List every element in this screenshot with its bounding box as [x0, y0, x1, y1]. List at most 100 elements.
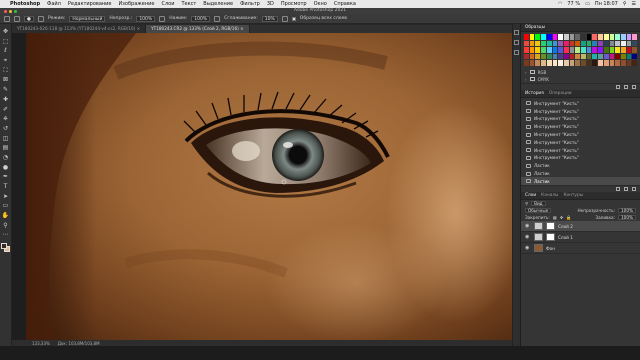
- new-group-icon[interactable]: [616, 84, 620, 89]
- history-item[interactable]: Инструмент "Кисть": [521, 100, 640, 108]
- frame-tool-icon[interactable]: ⊠: [2, 76, 9, 83]
- layer-name[interactable]: Фон: [546, 246, 555, 251]
- menu-edit[interactable]: Редактирование: [68, 1, 112, 7]
- color-swatch[interactable]: [524, 47, 529, 53]
- tab-history[interactable]: История: [525, 91, 544, 96]
- color-swatch[interactable]: [552, 40, 558, 46]
- eraser-tool-icon[interactable]: ◫: [2, 135, 9, 142]
- color-swatch[interactable]: [563, 53, 569, 59]
- color-swatch[interactable]: [581, 53, 586, 59]
- color-swatch[interactable]: [535, 60, 541, 66]
- color-swatch[interactable]: [563, 60, 569, 66]
- color-swatch[interactable]: [620, 47, 626, 53]
- color-swatch[interactable]: [558, 47, 563, 53]
- visibility-eye-icon[interactable]: ◉: [525, 245, 531, 251]
- new-document-icon[interactable]: [616, 187, 620, 192]
- sample-all-layers-checkbox[interactable]: [291, 16, 296, 21]
- color-swatch[interactable]: [609, 53, 615, 59]
- color-swatch[interactable]: [552, 34, 558, 40]
- color-swatch[interactable]: [598, 40, 603, 46]
- crop-tool-icon[interactable]: ⛶: [2, 67, 9, 74]
- color-swatch[interactable]: [592, 60, 598, 66]
- color-swatch[interactable]: [603, 47, 609, 53]
- color-swatch[interactable]: [569, 47, 575, 53]
- canvas-area[interactable]: [12, 33, 512, 340]
- color-swatch[interactable]: [552, 60, 558, 66]
- color-swatch[interactable]: [535, 53, 541, 59]
- menu-3d[interactable]: 3D: [267, 1, 274, 7]
- color-swatch[interactable]: [603, 53, 609, 59]
- color-swatch[interactable]: [615, 34, 620, 40]
- color-swatch[interactable]: [632, 60, 638, 66]
- adjustments-panel-icon[interactable]: [514, 40, 519, 45]
- clock[interactable]: Пн 18:07: [595, 1, 618, 7]
- color-swatch[interactable]: [581, 40, 586, 46]
- history-item[interactable]: Ластик: [521, 170, 640, 178]
- color-swatch[interactable]: [575, 40, 581, 46]
- color-swatch[interactable]: [569, 60, 575, 66]
- color-swatch[interactable]: [609, 60, 615, 66]
- color-swatch[interactable]: [609, 47, 615, 53]
- color-swatch[interactable]: [535, 40, 541, 46]
- layer-row[interactable]: ◉ Фон: [521, 243, 640, 255]
- eyedropper-tool-icon[interactable]: ✎: [2, 86, 9, 93]
- color-swatch[interactable]: [575, 60, 581, 66]
- color-swatch[interactable]: [626, 47, 632, 53]
- color-swatch[interactable]: [569, 40, 575, 46]
- layer-mask-thumbnail[interactable]: [546, 233, 555, 242]
- color-swatch[interactable]: [615, 60, 620, 66]
- battery-icon[interactable]: ▭: [585, 1, 590, 7]
- color-swatch[interactable]: [529, 60, 535, 66]
- color-swatch[interactable]: [632, 53, 638, 59]
- tab-layers[interactable]: Слои: [525, 193, 536, 198]
- move-tool-icon[interactable]: ✥: [2, 28, 9, 35]
- menu-type[interactable]: Текст: [181, 1, 196, 7]
- brush-preset-icon[interactable]: [14, 15, 20, 22]
- visibility-eye-icon[interactable]: ◉: [525, 234, 531, 240]
- history-item[interactable]: Инструмент "Кисть": [521, 146, 640, 154]
- quick-select-tool-icon[interactable]: ⌖: [2, 57, 9, 64]
- color-swatch[interactable]: [603, 34, 609, 40]
- smoothing-input[interactable]: 10%: [261, 15, 278, 22]
- color-swatch[interactable]: [524, 34, 529, 40]
- blur-tool-icon[interactable]: ◔: [2, 154, 9, 161]
- color-swatch[interactable]: [598, 34, 603, 40]
- color-swatch[interactable]: [581, 34, 586, 40]
- menu-window[interactable]: Окно: [314, 1, 327, 7]
- mode-select[interactable]: Нормальный: [69, 15, 106, 22]
- wifi-icon[interactable]: ◠: [558, 1, 562, 7]
- flow-input[interactable]: 100%: [191, 15, 211, 22]
- zoom-window-button[interactable]: [14, 9, 17, 13]
- tab-actions[interactable]: Операции: [549, 91, 572, 96]
- history-item[interactable]: Инструмент "Кисть": [521, 154, 640, 162]
- color-swatch[interactable]: [552, 53, 558, 59]
- tab-document-2[interactable]: YT180243.CR2 @ 133% (Слой 2, RGB/16) ×: [146, 25, 250, 33]
- color-swatch[interactable]: [626, 40, 632, 46]
- color-swatch[interactable]: [569, 34, 575, 40]
- color-swatch[interactable]: [609, 40, 615, 46]
- history-item[interactable]: Ластик: [521, 162, 640, 170]
- battery-text[interactable]: 77 %: [567, 1, 580, 7]
- hand-tool-icon[interactable]: ✋: [2, 212, 9, 219]
- swatch-group-rgb[interactable]: › RGB: [521, 69, 640, 76]
- color-swatch[interactable]: [563, 47, 569, 53]
- tab-channels[interactable]: Каналы: [541, 193, 558, 198]
- color-swatch[interactable]: [546, 40, 552, 46]
- search-icon[interactable]: ⚲: [623, 1, 627, 7]
- color-swatch[interactable]: [529, 34, 535, 40]
- visibility-eye-icon[interactable]: ◉: [525, 223, 531, 229]
- color-panel-icon[interactable]: [514, 30, 519, 35]
- airbrush-icon[interactable]: [214, 15, 221, 22]
- color-swatch[interactable]: [541, 53, 546, 59]
- pen-tool-icon[interactable]: ✒: [2, 173, 9, 180]
- zoom-level[interactable]: 133,33%: [32, 341, 50, 346]
- history-item[interactable]: Инструмент "Кисть": [521, 138, 640, 146]
- color-swatch[interactable]: [535, 34, 541, 40]
- zoom-tool-icon[interactable]: ⚲: [2, 222, 9, 229]
- history-item[interactable]: Инструмент "Кисть": [521, 123, 640, 131]
- swatch-group-cmyk[interactable]: › CMYK: [521, 76, 640, 83]
- menu-layers[interactable]: Слои: [161, 1, 174, 7]
- layer-row[interactable]: ◉ Слой 1: [521, 232, 640, 244]
- document-size[interactable]: Док: 103,8М/103,8М: [58, 341, 100, 346]
- layer-opacity-input[interactable]: 100%: [618, 208, 636, 214]
